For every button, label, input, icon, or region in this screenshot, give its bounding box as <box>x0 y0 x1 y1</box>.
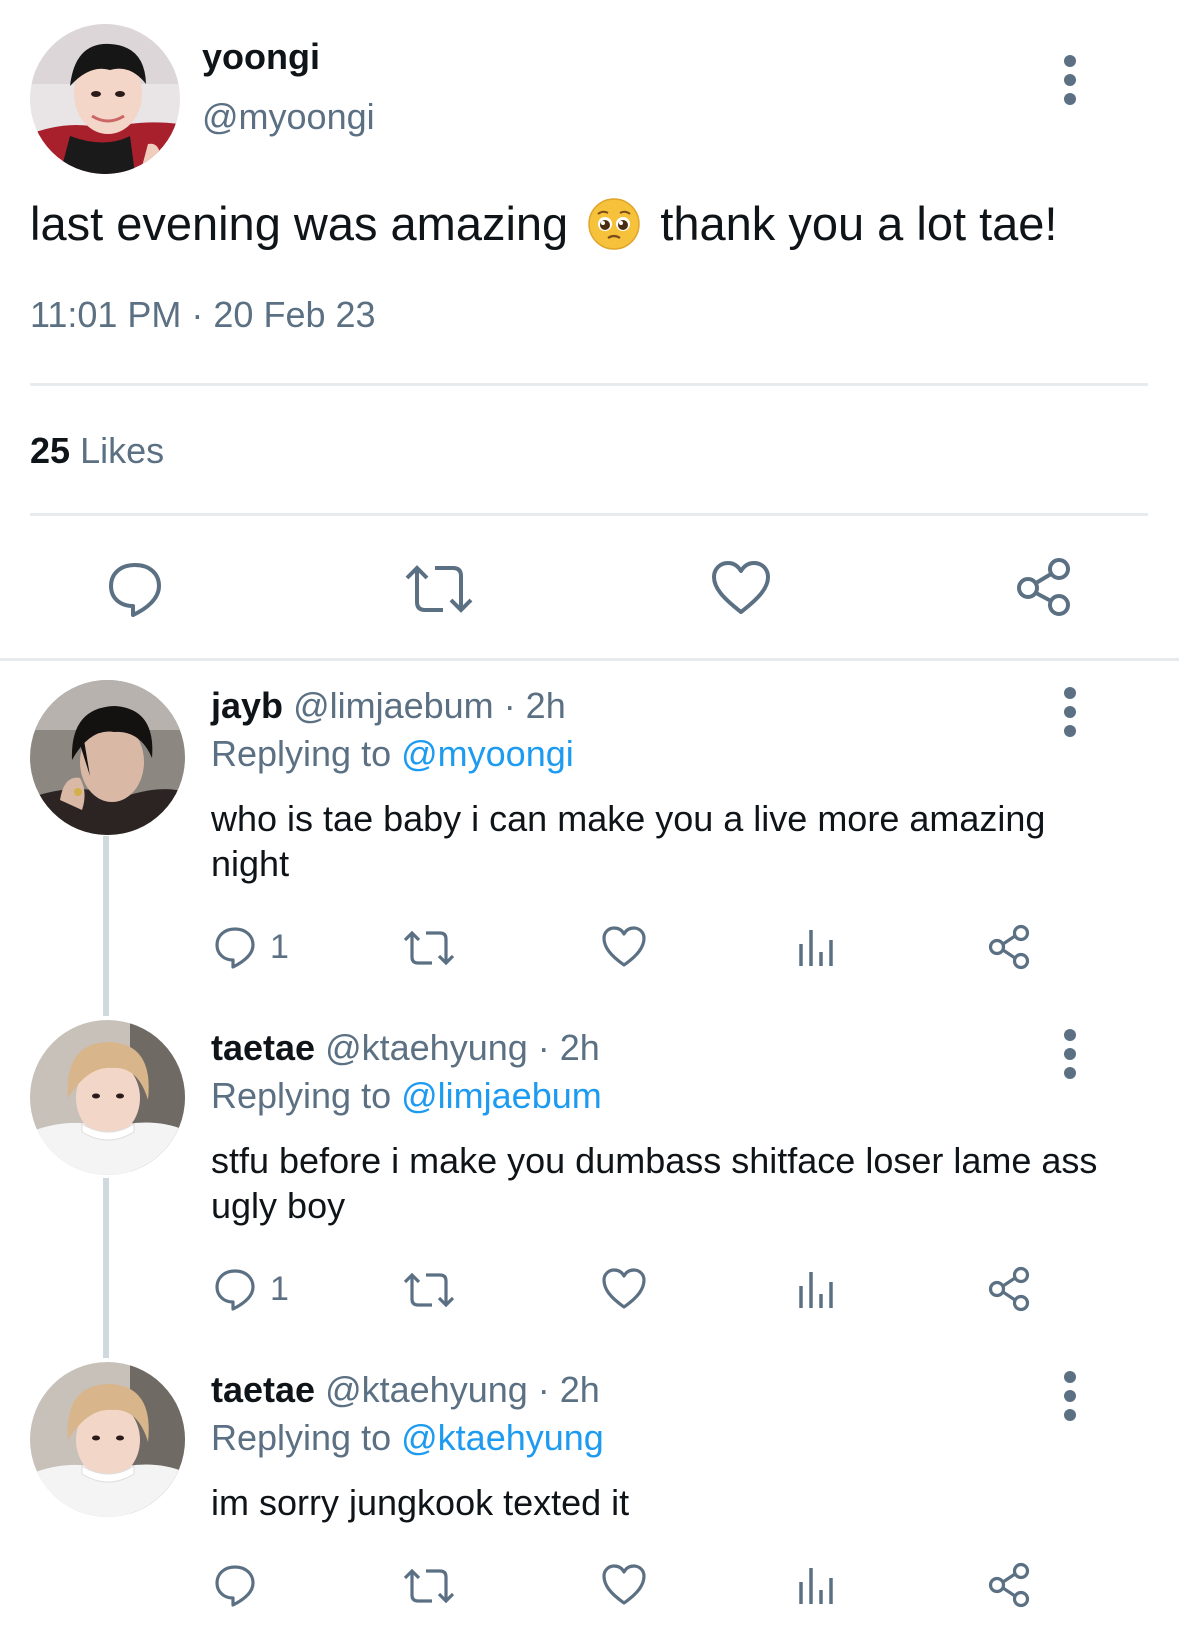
reply-handle[interactable]: @ktaehyung <box>325 1369 528 1410</box>
section-divider <box>0 658 1179 661</box>
tweet-text: last evening was amazing thank you a lot… <box>30 196 1057 255</box>
reply-count: 1 <box>270 1270 289 1308</box>
retweet-icon[interactable] <box>402 927 456 969</box>
divider <box>30 513 1148 516</box>
reply-display-name[interactable]: jayb <box>211 685 283 726</box>
avatar-jayb[interactable] <box>30 680 185 835</box>
replying-to-label: Replying to <box>211 1075 392 1116</box>
reply-display-name[interactable]: taetae <box>211 1027 315 1068</box>
share-icon[interactable] <box>987 1266 1031 1312</box>
replying-to-link[interactable]: @ktaehyung <box>401 1417 604 1458</box>
author-handle[interactable]: @myoongi <box>202 96 375 138</box>
pleading-face-emoji-icon <box>587 197 641 251</box>
reply-time[interactable]: · 2h <box>504 685 566 726</box>
tweet-timestamp[interactable]: 11:01 PM · 20 Feb 23 <box>30 294 376 336</box>
analytics-icon[interactable] <box>797 926 837 968</box>
reply-icon[interactable] <box>106 559 164 617</box>
reply-handle[interactable]: @ktaehyung <box>325 1027 528 1068</box>
likes-stat[interactable]: 25 Likes <box>30 430 164 472</box>
avatar-yoongi[interactable] <box>30 24 180 174</box>
reply-header: taetae @ktaehyung · 2h <box>211 1027 600 1069</box>
replying-to: Replying to @myoongi <box>211 733 574 775</box>
thread-line <box>103 836 109 1016</box>
likes-count: 25 <box>30 430 71 471</box>
likes-label: Likes <box>80 430 165 471</box>
reply-text: who is tae baby i can make you a live mo… <box>211 798 1046 884</box>
reply-icon[interactable] <box>213 925 257 969</box>
share-icon[interactable] <box>1015 557 1073 617</box>
reply-display-name[interactable]: taetae <box>211 1369 315 1410</box>
reply-header: taetae @ktaehyung · 2h <box>211 1369 600 1411</box>
share-icon[interactable] <box>987 1562 1031 1608</box>
retweet-icon[interactable] <box>403 560 475 618</box>
reply-text: im sorry jungkook texted it <box>211 1482 630 1523</box>
avatar-taetae[interactable] <box>30 1362 185 1517</box>
like-icon[interactable] <box>601 1563 647 1607</box>
like-icon[interactable] <box>711 560 771 616</box>
reply-icon[interactable] <box>213 1267 257 1311</box>
reply-icon[interactable] <box>213 1563 257 1607</box>
analytics-icon[interactable] <box>797 1268 837 1310</box>
more-options-icon[interactable] <box>1064 55 1076 112</box>
replying-to-label: Replying to <box>211 1417 392 1458</box>
divider <box>30 383 1148 386</box>
more-options-icon[interactable] <box>1064 1029 1076 1086</box>
replying-to: Replying to @limjaebum <box>211 1075 602 1117</box>
reply-text: stfu before i make you dumbass shitface … <box>211 1140 1098 1226</box>
share-icon[interactable] <box>987 924 1031 970</box>
like-icon[interactable] <box>601 925 647 969</box>
reply-count: 1 <box>270 928 289 966</box>
tweet-text-part-1: last evening was amazing <box>30 197 569 250</box>
thread-line <box>103 1178 109 1358</box>
retweet-icon[interactable] <box>402 1269 456 1311</box>
replying-to: Replying to @ktaehyung <box>211 1417 604 1459</box>
reply-handle[interactable]: @limjaebum <box>293 685 494 726</box>
replying-to-label: Replying to <box>211 733 392 774</box>
analytics-icon[interactable] <box>797 1564 837 1606</box>
reply-time[interactable]: · 2h <box>538 1369 600 1410</box>
more-options-icon[interactable] <box>1064 687 1076 744</box>
more-options-icon[interactable] <box>1064 1371 1076 1428</box>
reply-header: jayb @limjaebum · 2h <box>211 685 566 727</box>
like-icon[interactable] <box>601 1267 647 1311</box>
tweet-text-part-2: thank you a lot tae! <box>660 197 1058 250</box>
avatar-taetae[interactable] <box>30 1020 185 1175</box>
author-display-name[interactable]: yoongi <box>202 36 320 78</box>
replying-to-link[interactable]: @limjaebum <box>401 1075 602 1116</box>
reply-time[interactable]: · 2h <box>538 1027 600 1068</box>
replying-to-link[interactable]: @myoongi <box>401 733 574 774</box>
retweet-icon[interactable] <box>402 1565 456 1607</box>
